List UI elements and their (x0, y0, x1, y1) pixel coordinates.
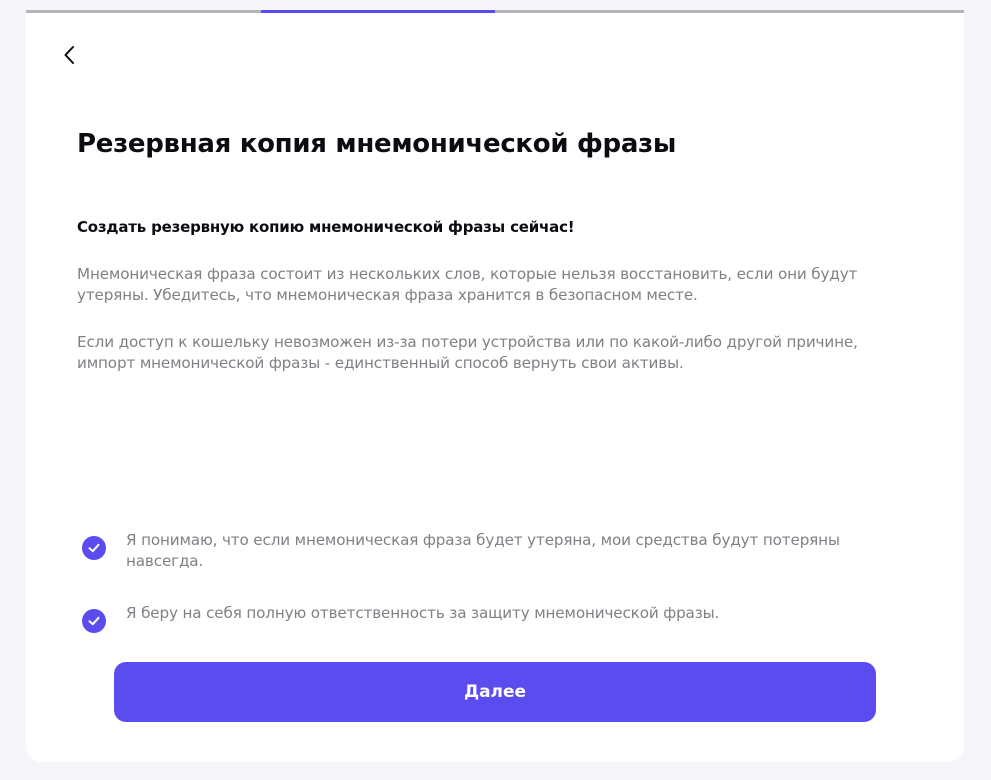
page-title: Резервная копия мнемонической фразы (77, 129, 677, 159)
progress-bar-fill (260, 10, 495, 13)
back-button[interactable] (58, 43, 82, 67)
checkbox-checked-icon[interactable] (82, 609, 106, 633)
agreement-label: Я понимаю, что если мнемоническая фраза … (126, 531, 840, 570)
progress-bar (26, 10, 964, 13)
description-paragraph: Если доступ к кошельку невозможен из-за … (77, 333, 858, 372)
agreement-checkbox-responsibility[interactable]: Я беру на себя полную ответственность за… (82, 603, 882, 633)
description-paragraph: Мнемоническая фраза состоит из нескольки… (77, 265, 858, 304)
subtitle: Создать резервную копию мнемонической фр… (77, 218, 575, 236)
agreement-label: Я беру на себя полную ответственность за… (126, 604, 720, 622)
checkbox-checked-icon[interactable] (82, 536, 106, 560)
next-button[interactable]: Далее (114, 662, 876, 722)
agreement-checkbox-loss[interactable]: Я понимаю, что если мнемоническая фраза … (82, 530, 882, 572)
backup-card: Резервная копия мнемонической фразы Созд… (26, 10, 964, 762)
chevron-left-icon (64, 46, 74, 64)
